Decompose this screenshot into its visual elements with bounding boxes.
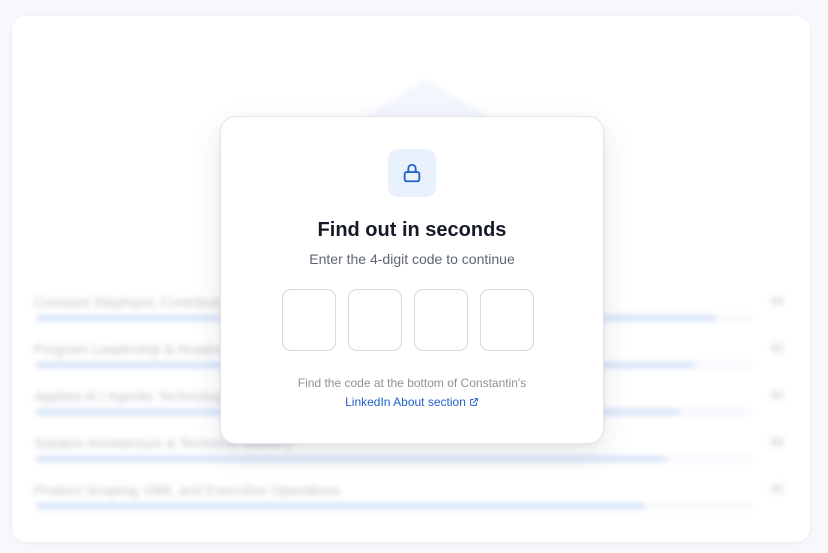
code-digit-1[interactable]	[282, 289, 336, 351]
row-label: Applied AI / Agentic Technology	[34, 388, 230, 404]
hint-text: Find the code at the bottom of Constanti…	[297, 376, 527, 390]
row-value: 94	[770, 294, 784, 308]
code-digit-2[interactable]	[348, 289, 402, 351]
code-modal: Find out in seconds Enter the 4-digit co…	[220, 116, 604, 444]
lock-badge	[388, 149, 436, 197]
link-label: LinkedIn About section	[345, 395, 466, 409]
row-track	[36, 456, 752, 462]
modal-title: Find out in seconds	[317, 219, 507, 241]
code-input-group	[282, 289, 534, 351]
row-label: Program Leadership & Roadmap	[34, 341, 239, 357]
row-value: 85	[770, 482, 784, 496]
row-label: Product Scoping, GtM, and Execution Oper…	[34, 482, 340, 498]
row-value: 90	[770, 388, 784, 402]
modal-subtitle: Enter the 4-digit code to continue	[309, 251, 515, 267]
row-label: Constant Stephanic Contribution	[34, 294, 236, 310]
lock-icon	[403, 163, 421, 183]
row-track	[36, 503, 752, 509]
external-link-icon	[469, 396, 479, 410]
row-value: 92	[770, 341, 784, 355]
row-value: 88	[770, 435, 784, 449]
row-fill	[36, 503, 645, 509]
code-digit-4[interactable]	[480, 289, 534, 351]
linkedin-about-link[interactable]: LinkedIn About section	[221, 395, 603, 410]
code-digit-3[interactable]	[414, 289, 468, 351]
row-fill	[36, 456, 667, 462]
